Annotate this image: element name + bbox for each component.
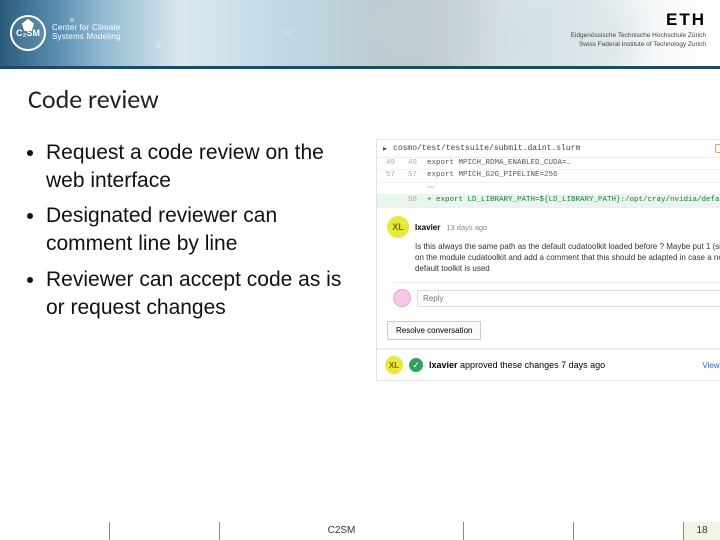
c2sm-logo: C₂SM Center for Climate Systems Modeling [10, 15, 121, 51]
comment-time: 13 days ago [446, 223, 487, 232]
eth-subtitle-1: Eidgenössische Technische Hochschule Zür… [571, 32, 706, 39]
comment-author: lxavier [415, 223, 440, 232]
footer-seg [464, 522, 574, 540]
bullet-list: Request a code review on the web interfa… [28, 139, 358, 381]
eth-big: ETH [571, 10, 706, 30]
view-changes-link[interactable]: View changes [702, 361, 720, 370]
comment-block: XL lxavier 13 days ago ⚑ Is this always … [377, 207, 720, 313]
bullet-item: Designated reviewer can comment line by … [46, 202, 358, 257]
diff-row-insert: 58 + export LD_LIBRARY_PATH=${LD_LIBRARY… [377, 195, 720, 207]
eth-logo: ETH Eidgenössische Technische Hochschule… [571, 10, 706, 49]
code-review-figure: ▸ cosmo/test/testsuite/submit.daint.slur… [376, 139, 720, 381]
header-banner: C₂SM Center for Climate Systems Modeling… [0, 0, 720, 66]
file-header: ▸ cosmo/test/testsuite/submit.daint.slur… [377, 140, 720, 158]
footer-seg [574, 522, 684, 540]
outdated-badge: Outdated [715, 144, 720, 153]
bullet-item: Reviewer can accept code as is or reques… [46, 266, 358, 321]
bullet-item: Request a code review on the web interfa… [46, 139, 358, 194]
file-path: cosmo/test/testsuite/submit.daint.slurm [393, 144, 580, 153]
footer: C2SM 18 [0, 522, 720, 540]
check-icon: ✓ [409, 358, 423, 372]
eth-subtitle-2: Swiss Federal Institute of Technology Zu… [571, 41, 706, 48]
footer-center: C2SM [220, 522, 464, 540]
avatar: XL [385, 356, 403, 374]
logo-mark: C₂SM [10, 15, 46, 51]
chevron-right-icon: ▸ [383, 144, 387, 153]
reply-input[interactable] [417, 290, 720, 307]
summary-text: approved these changes 7 days ago [460, 360, 605, 370]
logo-text: Center for Climate Systems Modeling [52, 24, 121, 42]
diff-row: 49 49 export MPICH_RDMA_ENABLED_CUDA=… [377, 158, 720, 170]
page-number: 18 [684, 522, 720, 540]
diff-hunk-sep: ⋯ [377, 183, 720, 195]
reply-row [393, 282, 720, 307]
summary-author: lxavier [429, 360, 458, 370]
diff-row: 57 57 export MPICH_G2G_PIPELINE=256 [377, 170, 720, 182]
footer-seg [0, 522, 110, 540]
avatar-mini [393, 289, 411, 307]
slide-title: Code review [28, 83, 692, 115]
resolve-button[interactable]: Resolve conversation [387, 321, 481, 340]
logo-abbrev: C₂SM [16, 28, 40, 38]
review-summary: XL ✓ lxavier approved these changes 7 da… [377, 348, 720, 380]
avatar: XL [387, 216, 409, 238]
comment-text: Is this always the same path as the defa… [415, 242, 720, 274]
footer-seg [110, 522, 220, 540]
